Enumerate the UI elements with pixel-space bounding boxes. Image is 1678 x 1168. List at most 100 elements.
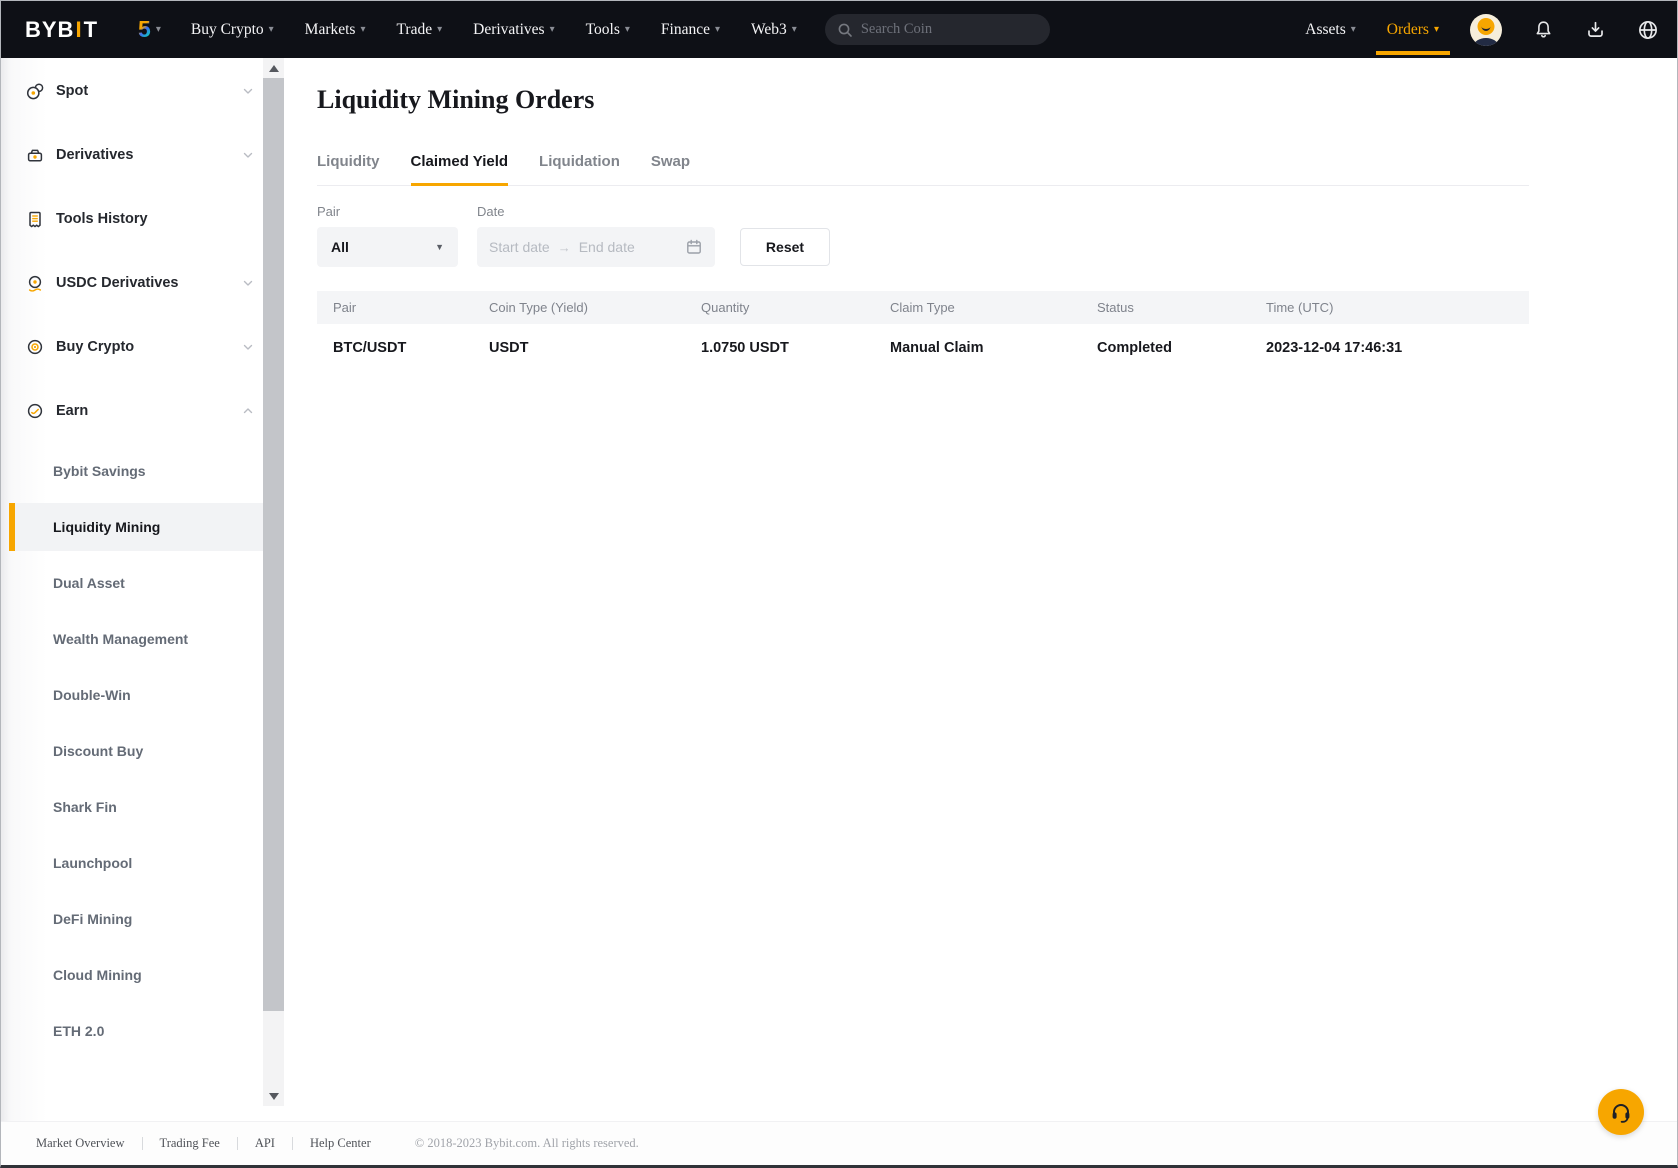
support-chat-button[interactable] — [1598, 1089, 1644, 1135]
pair-filter: Pair All ▼ — [317, 204, 458, 267]
sidebar-item-launchpool[interactable]: Launchpool — [1, 835, 284, 891]
download-app-icon[interactable] — [1585, 19, 1606, 40]
end-date-input[interactable]: End date — [579, 239, 635, 255]
main-menu: Buy Crypto▾ Markets▾ Trade▾ Derivatives▾… — [191, 21, 797, 39]
navbar-right: Assets ▾ Orders ▾ — [1305, 14, 1659, 46]
reset-button[interactable]: Reset — [740, 228, 830, 266]
start-date-input[interactable]: Start date — [489, 239, 550, 255]
user-avatar[interactable] — [1470, 14, 1502, 46]
tab-liquidity[interactable]: Liquidity — [317, 153, 380, 185]
sidebar-item-dual-asset[interactable]: Dual Asset — [1, 555, 284, 611]
derivatives-icon — [25, 145, 45, 165]
column-header-pair: Pair — [317, 300, 473, 315]
sidebar-item-shark-fin[interactable]: Shark Fin — [1, 779, 284, 835]
chevron-down-icon: ▾ — [792, 24, 797, 35]
search-input[interactable] — [861, 21, 1011, 38]
sidebar-item-eth-2-0[interactable]: ETH 2.0 — [1, 1003, 284, 1059]
sidebar-item-double-win[interactable]: Double-Win — [1, 667, 284, 723]
calendar-icon — [685, 238, 703, 256]
menu-item-finance[interactable]: Finance▾ — [661, 21, 720, 39]
column-header-coin-type: Coin Type (Yield) — [473, 300, 685, 315]
footer-divider — [142, 1137, 143, 1150]
tab-claimed-yield[interactable]: Claimed Yield — [411, 153, 509, 185]
sidebar-nav: Spot Derivatives Tools History — [1, 58, 284, 1059]
assets-menu[interactable]: Assets ▾ — [1305, 21, 1356, 39]
column-header-time: Time (UTC) — [1250, 300, 1529, 315]
tab-liquidation[interactable]: Liquidation — [539, 153, 620, 185]
menu-item-markets[interactable]: Markets▾ — [305, 21, 366, 39]
footer-divider — [237, 1137, 238, 1150]
active-tab-indicator — [411, 183, 509, 186]
chevron-down-icon: ▾ — [625, 24, 630, 35]
cell-coin-type: USDT — [473, 340, 685, 356]
range-arrow-icon: → — [558, 240, 571, 255]
notifications-bell-icon[interactable] — [1533, 19, 1554, 40]
chevron-down-icon: ▾ — [550, 24, 555, 35]
cell-status: Completed — [1081, 340, 1250, 356]
footer-divider — [292, 1137, 293, 1150]
language-globe-icon[interactable] — [1637, 19, 1659, 41]
chevron-down-icon — [242, 85, 254, 97]
active-sidebar-indicator — [9, 503, 15, 551]
scrollbar-thumb[interactable] — [263, 78, 284, 1011]
search-icon — [837, 22, 853, 38]
sidebar-item-spot[interactable]: Spot — [1, 59, 284, 123]
page-title: Liquidity Mining Orders — [317, 85, 1529, 115]
headset-icon — [1608, 1099, 1634, 1125]
chevron-down-icon: ▾ — [437, 24, 442, 35]
date-range-picker[interactable]: Start date → End date — [477, 227, 715, 267]
footer-link-market-overview[interactable]: Market Overview — [36, 1136, 125, 1151]
sidebar-item-usdc-derivatives[interactable]: USDC Derivatives — [1, 251, 284, 315]
earn-icon — [25, 401, 45, 421]
copyright-text: © 2018-2023 Bybit.com. All rights reserv… — [415, 1136, 639, 1151]
scroll-down-arrow[interactable] — [263, 1086, 284, 1106]
date-filter-label: Date — [477, 204, 715, 219]
scroll-up-arrow[interactable] — [263, 58, 284, 78]
sidebar-item-defi-mining[interactable]: DeFi Mining — [1, 891, 284, 947]
chevron-down-icon: ▾ — [156, 24, 161, 35]
anniversary-5-menu[interactable]: 5 ▾ — [138, 16, 161, 43]
menu-item-trade[interactable]: Trade▾ — [397, 21, 443, 39]
sidebar-item-buy-crypto[interactable]: Buy Crypto — [1, 315, 284, 379]
footer-link-api[interactable]: API — [255, 1136, 275, 1151]
menu-item-buy-crypto[interactable]: Buy Crypto▾ — [191, 21, 274, 39]
logo-accent-bar: I — [75, 17, 82, 43]
footer: Market Overview Trading Fee API Help Cen… — [1, 1121, 1677, 1165]
sidebar-item-cloud-mining[interactable]: Cloud Mining — [1, 947, 284, 1003]
sidebar-item-derivatives[interactable]: Derivatives — [1, 123, 284, 187]
search-box[interactable] — [825, 14, 1050, 45]
menu-item-derivatives[interactable]: Derivatives▾ — [473, 21, 554, 39]
column-header-claim-type: Claim Type — [874, 300, 1081, 315]
cell-claim-type: Manual Claim — [874, 340, 1081, 356]
sidebar-scrollbar[interactable] — [263, 58, 284, 1106]
sidebar-item-tools-history[interactable]: Tools History — [1, 187, 284, 251]
sidebar-item-wealth-management[interactable]: Wealth Management — [1, 611, 284, 667]
column-header-quantity: Quantity — [685, 300, 874, 315]
menu-item-web3[interactable]: Web3▾ — [751, 21, 797, 39]
chevron-up-icon — [242, 405, 254, 417]
dropdown-arrow-icon: ▼ — [435, 242, 444, 252]
menu-item-tools[interactable]: Tools▾ — [586, 21, 630, 39]
orders-menu[interactable]: Orders ▾ — [1387, 21, 1439, 39]
table-row: BTC/USDT USDT 1.0750 USDT Manual Claim C… — [317, 324, 1529, 371]
footer-link-trading-fee[interactable]: Trading Fee — [160, 1136, 220, 1151]
footer-link-help-center[interactable]: Help Center — [310, 1136, 371, 1151]
sidebar-item-liquidity-mining[interactable]: Liquidity Mining — [9, 503, 274, 551]
sidebar: Spot Derivatives Tools History — [1, 58, 284, 1121]
sidebar-item-bybit-savings[interactable]: Bybit Savings — [1, 443, 284, 499]
cell-time: 2023-12-04 17:46:31 — [1250, 340, 1529, 356]
top-navbar: BYBIT 5 ▾ Buy Crypto▾ Markets▾ Trade▾ De… — [1, 1, 1677, 58]
browser-viewport: BYBIT 5 ▾ Buy Crypto▾ Markets▾ Trade▾ De… — [0, 0, 1678, 1168]
sidebar-item-discount-buy[interactable]: Discount Buy — [1, 723, 284, 779]
logo-text-right: T — [84, 17, 98, 43]
sidebar-item-earn[interactable]: Earn — [1, 379, 284, 443]
spot-icon — [25, 81, 45, 101]
pair-select[interactable]: All ▼ — [317, 227, 458, 267]
tab-swap[interactable]: Swap — [651, 153, 690, 185]
bybit-logo[interactable]: BYBIT — [25, 17, 98, 43]
date-filter: Date Start date → End date — [477, 204, 715, 267]
filters-row: Pair All ▼ Date Start date → End date — [317, 204, 1529, 267]
cell-quantity: 1.0750 USDT — [685, 340, 874, 356]
active-nav-indicator — [1376, 51, 1450, 55]
logo-text-left: BYB — [25, 17, 74, 43]
